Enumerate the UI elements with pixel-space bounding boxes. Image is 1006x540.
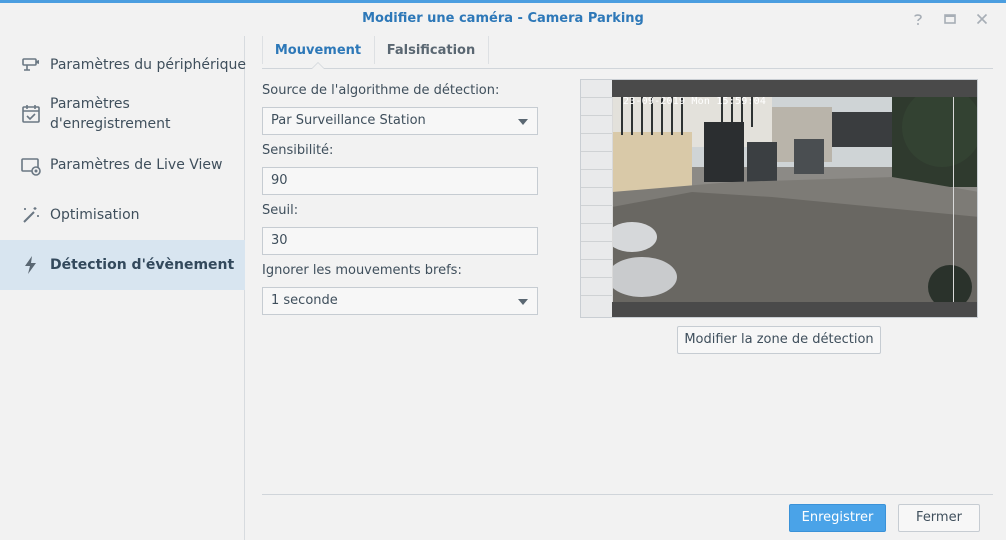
threshold-label: Seuil: xyxy=(262,203,299,218)
sidebar-item-live-view-settings[interactable]: Paramètres de Live View xyxy=(0,150,245,180)
source-select-value: Par Surveillance Station xyxy=(271,113,426,128)
close-button[interactable]: Fermer xyxy=(898,504,980,532)
chevron-down-icon xyxy=(518,119,528,125)
title-bar: Modifier une caméra - Camera Parking xyxy=(0,3,1006,36)
tab-motion[interactable]: Mouvement xyxy=(272,40,364,62)
source-select[interactable]: Par Surveillance Station xyxy=(262,107,538,135)
active-tab-caret xyxy=(311,62,325,69)
ignore-short-motion-select[interactable]: 1 seconde xyxy=(262,287,538,315)
lightning-icon xyxy=(20,254,42,276)
tab-tampering[interactable]: Falsification xyxy=(382,40,480,62)
maximize-icon[interactable] xyxy=(942,11,958,27)
close-icon[interactable] xyxy=(974,11,990,27)
threshold-input[interactable]: 30 xyxy=(262,227,538,255)
camera-preview[interactable]: 23-09-2019 Mon 15:59:04 xyxy=(580,79,978,318)
live-view-icon xyxy=(20,155,42,177)
sidebar-item-label: Paramètres du périphérique xyxy=(50,57,247,73)
calendar-check-icon xyxy=(20,103,42,125)
tab-divider xyxy=(488,36,489,64)
footer-divider xyxy=(262,494,993,495)
sidebar-item-event-detection[interactable]: Détection d'évènement xyxy=(0,240,245,290)
sidebar-item-recording-settings[interactable]: Paramètres d'enregistrement xyxy=(0,92,245,138)
threshold-value: 30 xyxy=(271,233,288,248)
magic-wand-icon xyxy=(20,204,42,226)
sidebar-item-label: Paramètres d'enregistrement xyxy=(50,96,171,132)
sidebar-item-optimisation[interactable]: Optimisation xyxy=(0,200,245,230)
ignore-short-motion-label: Ignorer les mouvements brefs: xyxy=(262,263,462,278)
sidebar-item-device-settings[interactable]: Paramètres du périphérique xyxy=(0,50,247,80)
chevron-down-icon xyxy=(518,299,528,305)
sidebar: Paramètres du périphérique Paramètres d'… xyxy=(0,36,247,540)
detection-grid-column xyxy=(581,80,612,317)
sidebar-item-label: Optimisation xyxy=(50,207,140,223)
source-label: Source de l'algorithme de détection: xyxy=(262,83,500,98)
tab-bar: Mouvement Falsification xyxy=(262,36,993,69)
sensitivity-label: Sensibilité: xyxy=(262,143,334,158)
ignore-short-motion-value: 1 seconde xyxy=(271,293,338,308)
camera-snapshot xyxy=(612,97,977,302)
camera-timestamp: 23-09-2019 Mon 15:59:04 xyxy=(623,96,767,107)
sensitivity-value: 90 xyxy=(271,173,288,188)
camera-icon xyxy=(20,54,42,76)
help-icon[interactable] xyxy=(910,11,926,27)
sidebar-item-label: Détection d'évènement xyxy=(50,257,235,273)
sidebar-item-label: Paramètres de Live View xyxy=(50,157,223,173)
tab-divider xyxy=(262,36,263,64)
window-title: Modifier une caméra - Camera Parking xyxy=(362,11,644,26)
save-button[interactable]: Enregistrer xyxy=(789,504,886,532)
tab-divider xyxy=(374,36,375,64)
modify-detection-zone-button[interactable]: Modifier la zone de détection xyxy=(677,326,881,354)
sensitivity-input[interactable]: 90 xyxy=(262,167,538,195)
